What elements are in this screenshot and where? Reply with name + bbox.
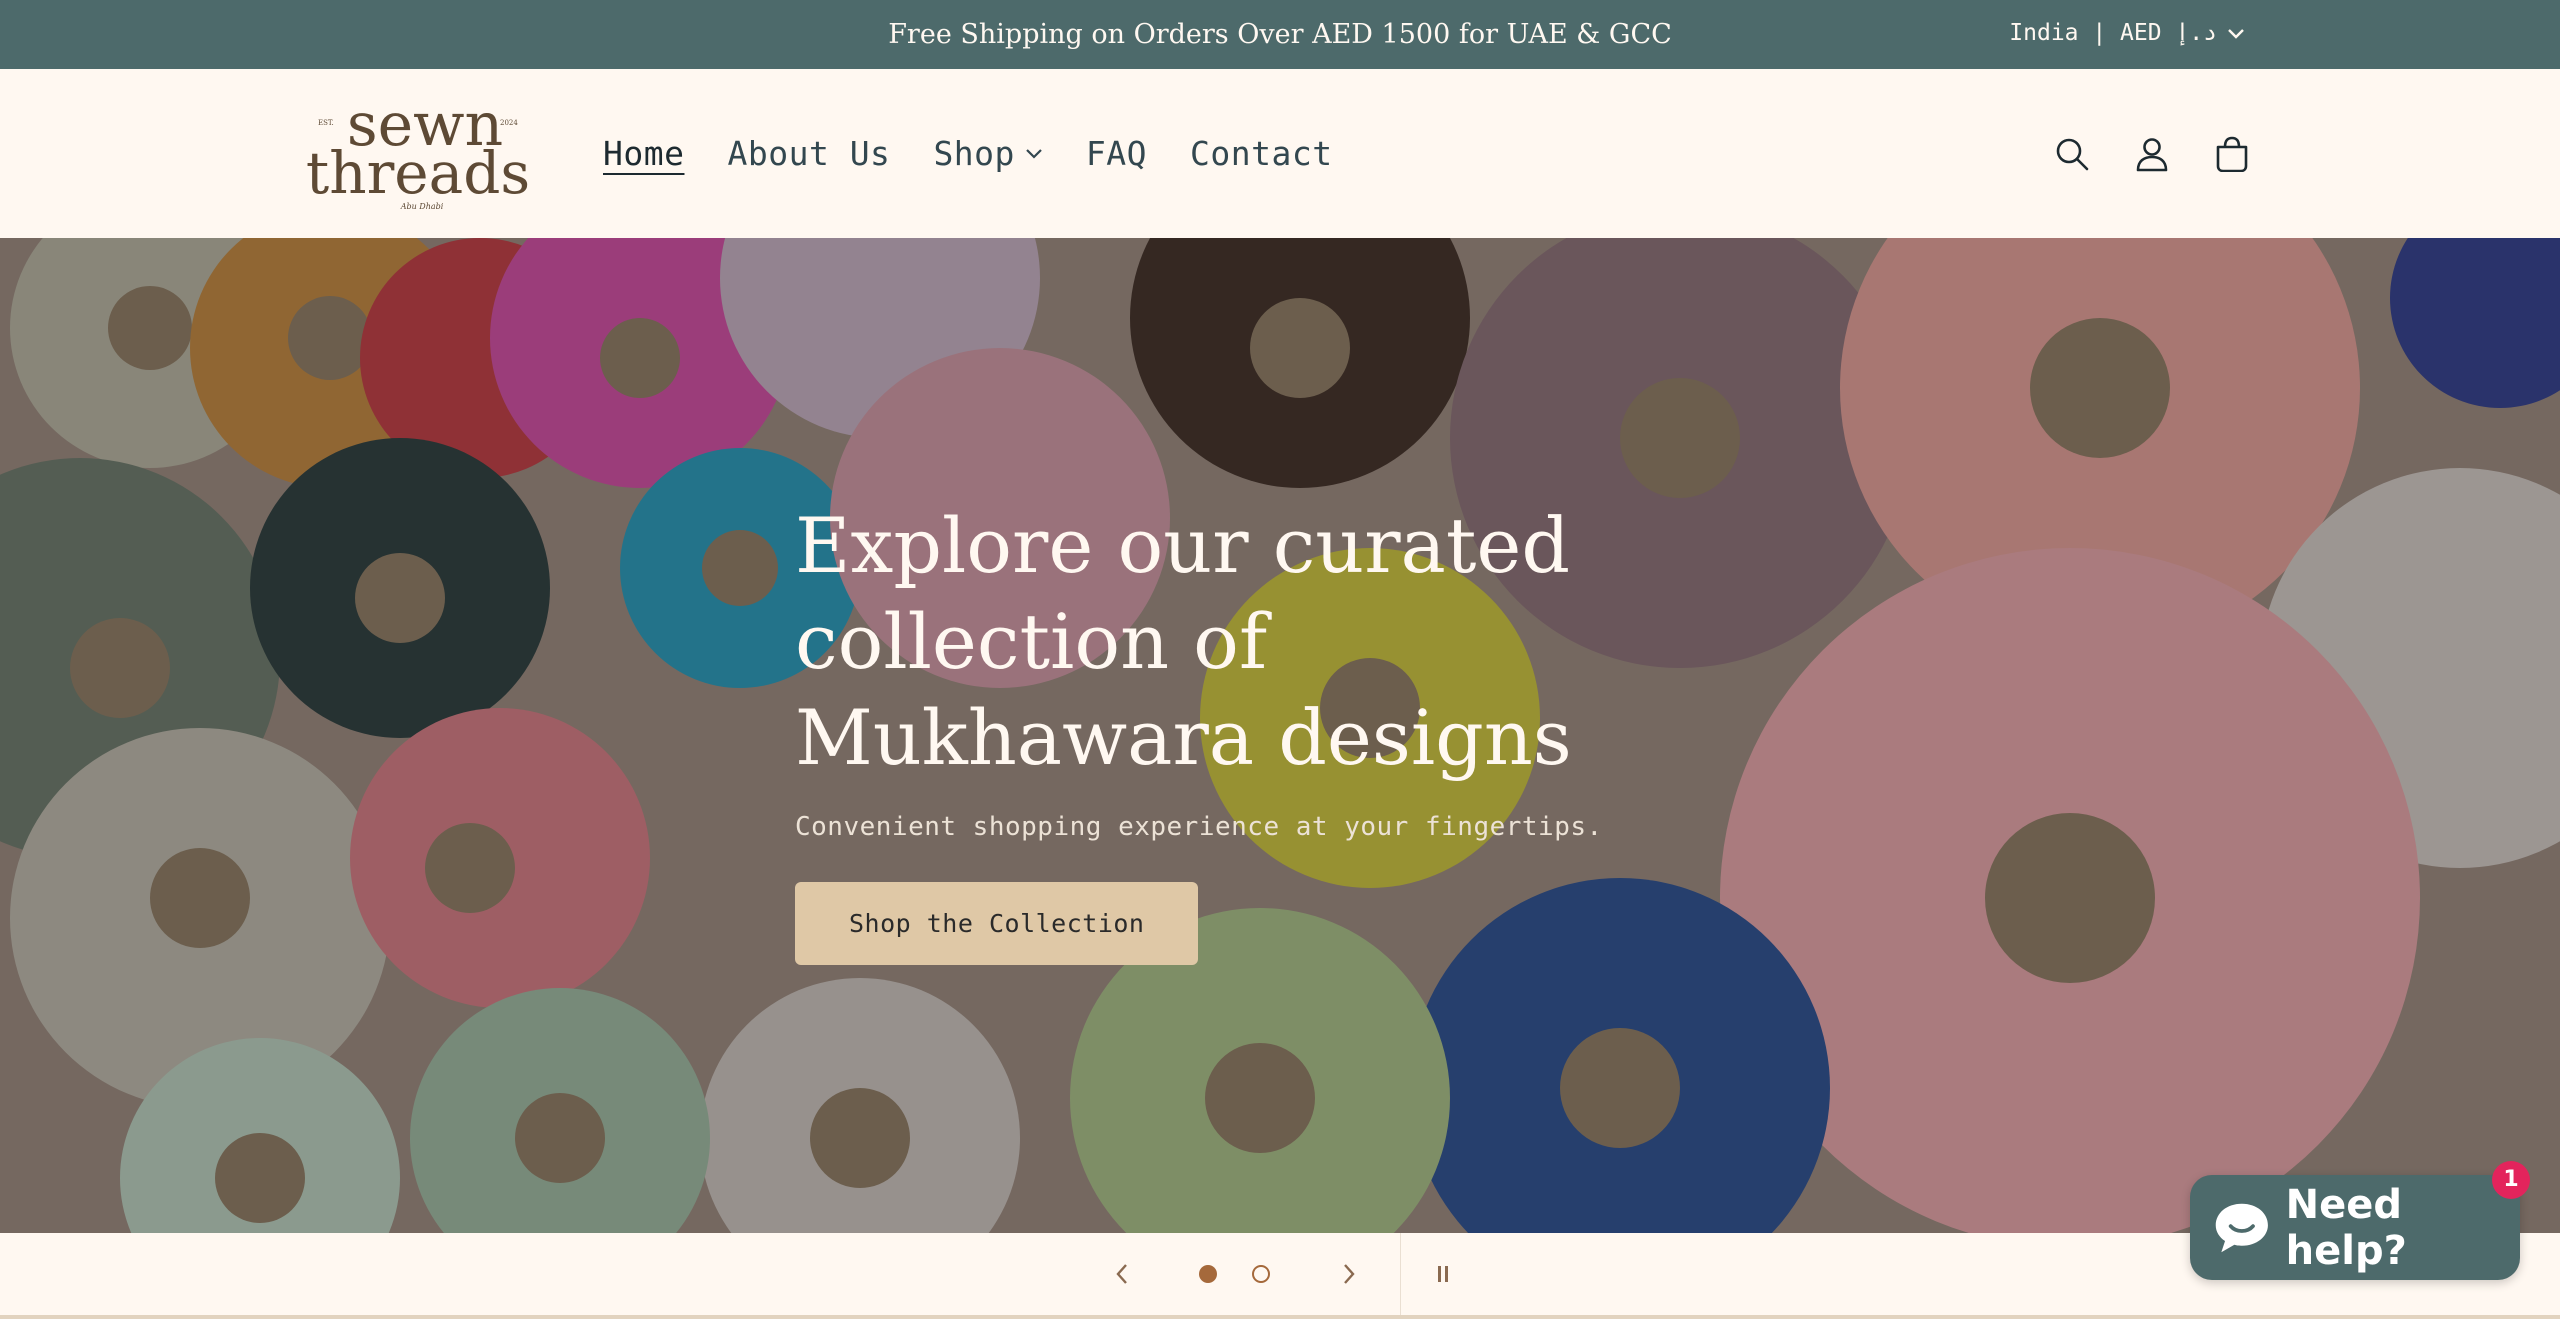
chevron-right-icon[interactable] — [1341, 1263, 1357, 1285]
hero-content: Explore our curated collection of Mukhaw… — [795, 498, 1695, 965]
hero-title: Explore our curated collection of Mukhaw… — [795, 501, 1572, 782]
nav-shop[interactable]: Shop — [933, 134, 1042, 173]
logo-line2: threads — [306, 139, 530, 207]
locale-label: India | AED د.إ — [2009, 20, 2217, 46]
header-actions — [2054, 69, 2250, 238]
locale-selector[interactable]: India | AED د.إ — [2009, 0, 2245, 67]
chevron-down-icon — [2228, 28, 2244, 39]
logo-est: EST. — [318, 119, 334, 127]
chevron-left-icon[interactable] — [1114, 1263, 1130, 1285]
slide-dot-1[interactable] — [1199, 1265, 1217, 1283]
nav-shop-label: Shop — [933, 134, 1015, 173]
slideshow-controls — [0, 1233, 2560, 1319]
logo-year: 2024 — [500, 119, 518, 127]
chevron-down-icon — [1026, 148, 1042, 159]
search-icon — [2056, 138, 2089, 170]
cart-button[interactable] — [2214, 136, 2250, 172]
shop-collection-button[interactable]: Shop the Collection — [795, 882, 1199, 965]
nav-home[interactable]: Home — [603, 134, 684, 173]
chat-label: Need help? — [2285, 1181, 2407, 1274]
logo-city: Abu Dhabi — [400, 202, 444, 211]
site-header: sewn threads EST. 2024 Abu Dhabi Home Ab… — [0, 69, 2560, 239]
hero-slideshow: Explore our curated collection of Mukhaw… — [0, 238, 2560, 1233]
chat-widget-button[interactable]: Need help? 1 — [2190, 1161, 2530, 1280]
cart-icon — [2216, 136, 2248, 172]
slide-dot-2[interactable] — [1252, 1265, 1270, 1283]
search-button[interactable] — [2054, 136, 2090, 172]
nav-faq[interactable]: FAQ — [1086, 134, 1147, 173]
chat-notification-badge: 1 — [2492, 1161, 2530, 1199]
chat-bubble-icon — [2215, 1203, 2268, 1252]
account-icon — [2136, 137, 2168, 171]
announcement-bar: Free Shipping on Orders Over AED 1500 fo… — [0, 0, 2560, 69]
nav-about-us[interactable]: About Us — [727, 134, 890, 173]
nav-contact[interactable]: Contact — [1190, 134, 1333, 173]
hero-subtitle: Convenient shopping experience at your f… — [795, 812, 1603, 842]
account-button[interactable] — [2134, 136, 2170, 172]
pause-icon[interactable] — [1436, 1264, 1450, 1284]
main-nav: Home About Us Shop FAQ Contact — [603, 69, 1376, 238]
controls-divider — [1400, 1233, 1401, 1315]
section-border — [0, 1315, 2560, 1319]
brand-logo[interactable]: sewn threads EST. 2024 Abu Dhabi — [300, 93, 536, 213]
